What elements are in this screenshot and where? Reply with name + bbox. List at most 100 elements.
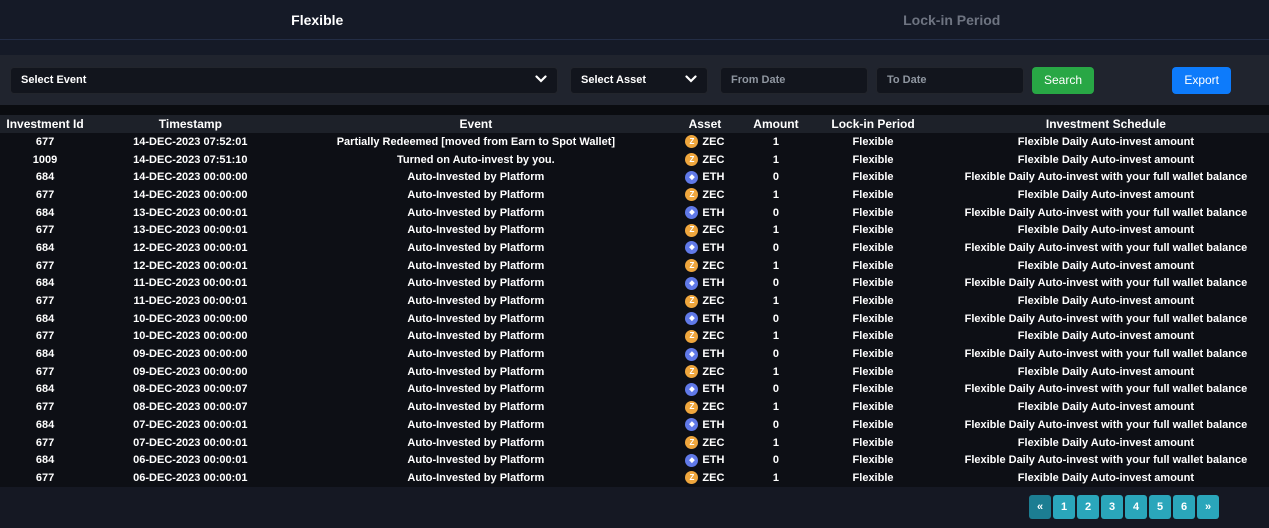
cell-lock-in-period: Flexible <box>803 451 943 469</box>
cell-event: Auto-Invested by Platform <box>291 363 662 381</box>
cell-investment-id: 684 <box>0 204 90 222</box>
cell-amount: 0 <box>749 451 804 469</box>
cell-lock-in-period: Flexible <box>803 363 943 381</box>
eth-coin-icon: ◆ <box>685 418 698 431</box>
cell-lock-in-period: Flexible <box>803 345 943 363</box>
cell-amount: 1 <box>749 186 804 204</box>
cell-investment-id: 677 <box>0 469 90 487</box>
export-button[interactable]: Export <box>1172 67 1231 94</box>
cell-lock-in-period: Flexible <box>803 328 943 346</box>
cell-event: Auto-Invested by Platform <box>291 328 662 346</box>
cell-investment-id: 677 <box>0 221 90 239</box>
cell-asset: ZZEC <box>661 151 749 169</box>
cell-amount: 0 <box>749 239 804 257</box>
cell-investment-id: 677 <box>0 434 90 452</box>
pagination-page-6[interactable]: 6 <box>1173 495 1195 519</box>
cell-investment-id: 684 <box>0 381 90 399</box>
cell-investment-schedule: Flexible Daily Auto-invest amount <box>943 292 1269 310</box>
cell-investment-id: 684 <box>0 239 90 257</box>
from-date-input[interactable] <box>720 67 868 94</box>
cell-investment-schedule: Flexible Daily Auto-invest with your ful… <box>943 345 1269 363</box>
pagination-page-3[interactable]: 3 <box>1101 495 1123 519</box>
cell-asset: ◆ETH <box>661 310 749 328</box>
asset-label: ZEC <box>702 330 724 342</box>
asset-label: ETH <box>702 242 724 254</box>
cell-amount: 0 <box>749 310 804 328</box>
cell-lock-in-period: Flexible <box>803 434 943 452</box>
cell-investment-id: 684 <box>0 275 90 293</box>
cell-event: Auto-Invested by Platform <box>291 434 662 452</box>
select-event-dropdown[interactable]: Select Event <box>10 67 558 94</box>
cell-timestamp: 10-DEC-2023 00:00:00 <box>90 328 291 346</box>
asset-label: ZEC <box>702 154 724 166</box>
table-row: 68413-DEC-2023 00:00:01Auto-Invested by … <box>0 204 1269 222</box>
cell-asset: ZZEC <box>661 221 749 239</box>
cell-asset: ZZEC <box>661 363 749 381</box>
cell-amount: 1 <box>749 221 804 239</box>
table-row: 68414-DEC-2023 00:00:00Auto-Invested by … <box>0 168 1269 186</box>
pagination: «123456» <box>1029 495 1219 519</box>
pagination-prev-button[interactable]: « <box>1029 495 1051 519</box>
cell-asset: ZZEC <box>661 434 749 452</box>
cell-investment-schedule: Flexible Daily Auto-invest with your ful… <box>943 239 1269 257</box>
cell-amount: 1 <box>749 257 804 275</box>
pagination-page-5[interactable]: 5 <box>1149 495 1171 519</box>
cell-lock-in-period: Flexible <box>803 310 943 328</box>
pagination-next-button[interactable]: » <box>1197 495 1219 519</box>
zec-coin-icon: Z <box>685 188 698 201</box>
cell-timestamp: 13-DEC-2023 00:00:01 <box>90 204 291 222</box>
eth-coin-icon: ◆ <box>685 277 698 290</box>
zec-coin-icon: Z <box>685 295 698 308</box>
asset-label: ETH <box>702 277 724 289</box>
cell-lock-in-period: Flexible <box>803 416 943 434</box>
zec-coin-icon: Z <box>685 135 698 148</box>
table-row: 67714-DEC-2023 00:00:00Auto-Invested by … <box>0 186 1269 204</box>
tab-lock-in-period[interactable]: Lock-in Period <box>635 0 1269 39</box>
asset-label: ETH <box>702 207 724 219</box>
column-header-event: Event <box>291 115 662 133</box>
cell-investment-schedule: Flexible Daily Auto-invest with your ful… <box>943 451 1269 469</box>
table-footer: «123456» <box>0 487 1269 528</box>
cell-event: Auto-Invested by Platform <box>291 398 662 416</box>
cell-amount: 0 <box>749 345 804 363</box>
cell-investment-id: 1009 <box>0 151 90 169</box>
pagination-page-2[interactable]: 2 <box>1077 495 1099 519</box>
cell-lock-in-period: Flexible <box>803 257 943 275</box>
cell-asset: ZZEC <box>661 257 749 275</box>
table-row: 68410-DEC-2023 00:00:00Auto-Invested by … <box>0 310 1269 328</box>
asset-label: ZEC <box>702 437 724 449</box>
cell-investment-id: 677 <box>0 398 90 416</box>
table-row: 68409-DEC-2023 00:00:00Auto-Invested by … <box>0 345 1269 363</box>
cell-lock-in-period: Flexible <box>803 151 943 169</box>
tab-flexible[interactable]: Flexible <box>0 0 635 39</box>
cell-timestamp: 12-DEC-2023 00:00:01 <box>90 239 291 257</box>
divider <box>0 105 1269 115</box>
cell-event: Auto-Invested by Platform <box>291 469 662 487</box>
cell-timestamp: 06-DEC-2023 00:00:01 <box>90 451 291 469</box>
column-header-asset: Asset <box>661 115 749 133</box>
table-row: 68411-DEC-2023 00:00:01Auto-Invested by … <box>0 275 1269 293</box>
table-row: 100914-DEC-2023 07:51:10Turned on Auto-i… <box>0 151 1269 169</box>
cell-investment-schedule: Flexible Daily Auto-invest amount <box>943 328 1269 346</box>
cell-event: Auto-Invested by Platform <box>291 239 662 257</box>
tabbar: Flexible Lock-in Period <box>0 0 1269 40</box>
to-date-input[interactable] <box>876 67 1024 94</box>
zec-coin-icon: Z <box>685 259 698 272</box>
eth-coin-icon: ◆ <box>685 171 698 184</box>
cell-asset: ZZEC <box>661 186 749 204</box>
column-header-lock-in-period: Lock-in Period <box>803 115 943 133</box>
cell-timestamp: 12-DEC-2023 00:00:01 <box>90 257 291 275</box>
cell-amount: 1 <box>749 292 804 310</box>
cell-lock-in-period: Flexible <box>803 133 943 151</box>
cell-event: Auto-Invested by Platform <box>291 345 662 363</box>
table-row: 67709-DEC-2023 00:00:00Auto-Invested by … <box>0 363 1269 381</box>
cell-investment-id: 677 <box>0 363 90 381</box>
search-button[interactable]: Search <box>1032 67 1094 94</box>
select-asset-dropdown[interactable]: Select Asset <box>570 67 708 94</box>
column-header-investment-id: Investment Id <box>0 115 90 133</box>
table-row: 67706-DEC-2023 00:00:01Auto-Invested by … <box>0 469 1269 487</box>
pagination-page-4[interactable]: 4 <box>1125 495 1147 519</box>
asset-label: ZEC <box>702 366 724 378</box>
pagination-page-1[interactable]: 1 <box>1053 495 1075 519</box>
cell-amount: 0 <box>749 204 804 222</box>
